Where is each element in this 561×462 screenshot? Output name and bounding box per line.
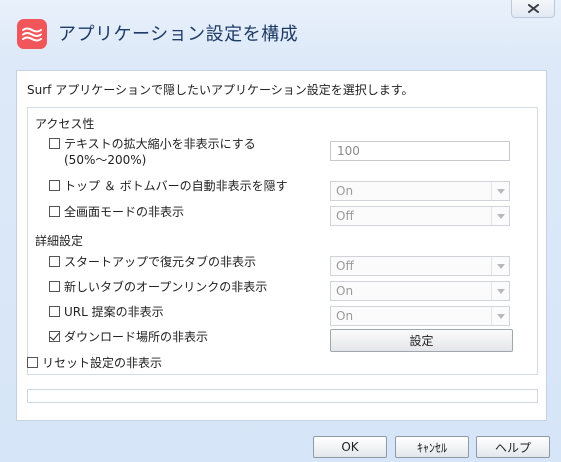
description-text: Surf アプリケーションで隠したいアプリケーション設定を選択します。 — [27, 83, 414, 97]
option-text-scaling[interactable]: テキストの拡大縮小を非表示にする (50%～200%) — [49, 136, 256, 168]
chevron-down-icon — [491, 307, 509, 325]
chevron-down-icon — [491, 207, 509, 225]
option-fullscreen-mode[interactable]: 全画面モードの非表示 — [49, 204, 184, 220]
download-location-settings-button[interactable]: 設定 — [330, 329, 513, 352]
dialog-title: アプリケーション設定を構成 — [58, 24, 299, 45]
option-label: 全画面モードの非表示 — [64, 205, 185, 219]
chevron-down-icon — [491, 282, 509, 300]
select-value: Off — [336, 209, 354, 223]
option-reset-settings[interactable]: リセット設定の非表示 — [27, 355, 162, 371]
option-auto-hide-bars[interactable]: トップ ＆ ボトムバーの自動非表示を隠す — [49, 178, 288, 194]
option-label: トップ ＆ ボトムバーの自動非表示を隠す — [64, 179, 288, 193]
settings-dialog: アプリケーション設定を構成 Surf アプリケーションで隠したいアプリケーション… — [0, 0, 561, 462]
text-scaling-input[interactable]: 100 — [330, 141, 510, 161]
checkbox-restore-tabs[interactable] — [49, 256, 60, 267]
new-tab-links-select[interactable]: On — [330, 281, 510, 301]
option-label: 新しいタブのオープンリンクの非表示 — [64, 280, 268, 294]
checkbox-auto-hide-bars[interactable] — [49, 180, 60, 191]
surf-waves-icon — [17, 19, 47, 49]
select-value: On — [336, 309, 354, 323]
section-label-accessibility: アクセス性 — [35, 117, 95, 131]
cancel-button[interactable]: ｷｬﾝｾﾙ — [395, 436, 469, 458]
option-download-location[interactable]: ダウンロード場所の非表示 — [49, 329, 208, 345]
content-panel: Surf アプリケーションで隠したいアプリケーション設定を選択します。 アクセス… — [16, 70, 547, 421]
ok-button[interactable]: OK — [313, 436, 387, 458]
chevron-down-icon — [491, 257, 509, 275]
restore-tabs-select[interactable]: Off — [330, 256, 510, 276]
option-label: テキストの拡大縮小を非表示にする — [64, 137, 256, 151]
checkbox-text-scaling[interactable] — [49, 138, 60, 149]
settings-group: アクセス性 テキストの拡大縮小を非表示にする (50%～200%) 100 トッ… — [27, 107, 538, 375]
select-value: Off — [336, 259, 354, 273]
chevron-down-icon — [491, 182, 509, 200]
select-value: On — [336, 284, 354, 298]
checkbox-fullscreen-mode[interactable] — [49, 206, 60, 217]
option-restore-tabs[interactable]: スタートアップで復元タブの非表示 — [49, 254, 256, 270]
auto-hide-bars-select[interactable]: On — [330, 181, 510, 201]
option-url-suggestions[interactable]: URL 提案の非表示 — [49, 304, 164, 320]
option-label: ダウンロード場所の非表示 — [64, 330, 209, 344]
option-label-sub: (50%～200%) — [64, 153, 147, 167]
select-value: On — [336, 184, 354, 198]
checkbox-url-suggestions[interactable] — [49, 306, 60, 317]
status-bar — [27, 389, 538, 403]
option-label: URL 提案の非表示 — [64, 305, 164, 319]
checkbox-reset-settings[interactable] — [27, 357, 38, 368]
close-icon — [527, 4, 539, 13]
help-button[interactable]: ヘルプ — [476, 436, 550, 458]
checkbox-download-location[interactable] — [49, 331, 60, 342]
fullscreen-mode-select[interactable]: Off — [330, 206, 510, 226]
close-button[interactable] — [511, 0, 555, 18]
url-suggestions-select[interactable]: On — [330, 306, 510, 326]
option-label: リセット設定の非表示 — [42, 356, 163, 370]
checkbox-new-tab-links[interactable] — [49, 281, 60, 292]
option-new-tab-links[interactable]: 新しいタブのオープンリンクの非表示 — [49, 279, 267, 295]
section-label-advanced: 詳細設定 — [35, 234, 84, 248]
option-label: スタートアップで復元タブの非表示 — [64, 255, 257, 269]
